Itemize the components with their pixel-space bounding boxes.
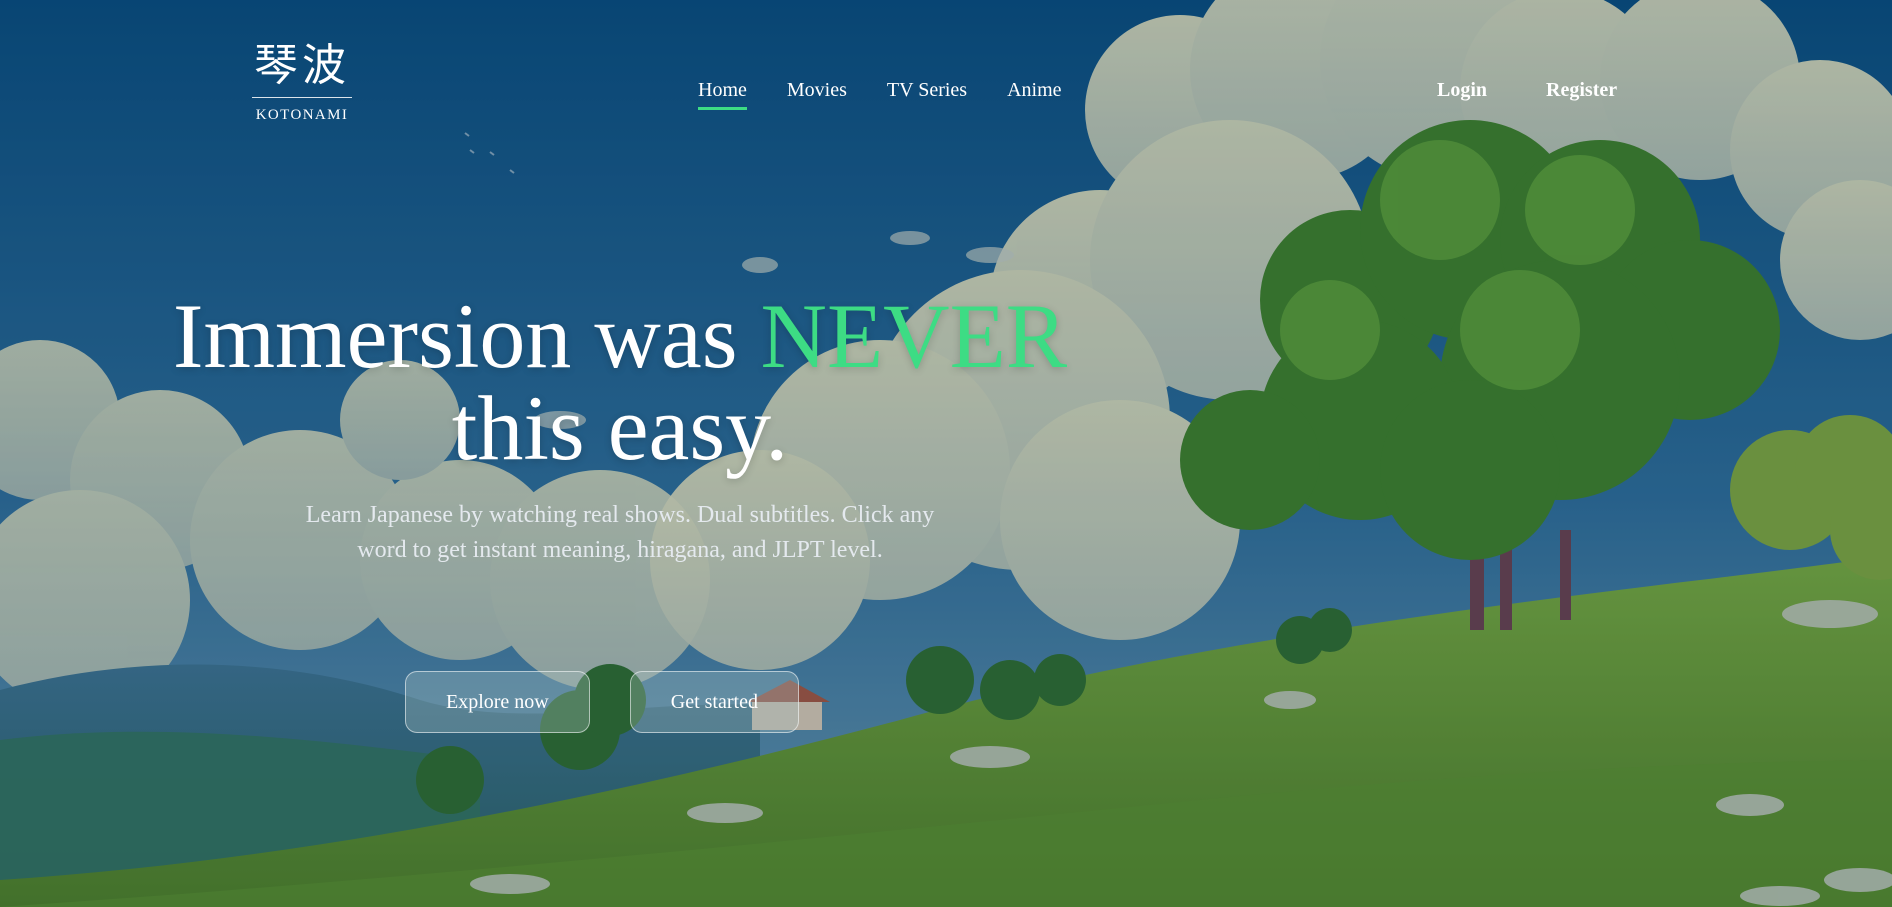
hero-title-part2: this easy. [451,377,789,479]
login-link[interactable]: Login [1437,79,1487,102]
brand-kanji: 琴波 [252,44,352,98]
hero-section: Immersion was NEVER this easy. Learn Jap… [100,290,1140,568]
nav-item-movies[interactable]: Movies [787,79,847,110]
nav-item-tv-series[interactable]: TV Series [887,79,967,110]
nav-item-anime[interactable]: Anime [1007,79,1061,110]
brand-name: KOTONAMI [255,107,349,123]
hero-title-part1: Immersion was [172,285,761,387]
hero-subtitle: Learn Japanese by watching real shows. D… [305,502,935,563]
nav-item-home[interactable]: Home [698,79,747,110]
brand-logo[interactable]: 琴波 KOTONAMI [252,44,352,124]
hero-title: Immersion was NEVER this easy. [100,290,1140,474]
hero-actions: Explore now Get started [405,671,799,733]
register-link[interactable]: Register [1546,79,1617,102]
auth-links: Login Register [1437,79,1617,102]
get-started-button[interactable]: Get started [629,671,799,733]
main-nav: Home Movies TV Series Anime [698,79,1062,110]
hero-title-accent: NEVER [760,285,1068,387]
explore-now-button[interactable]: Explore now [405,671,590,733]
